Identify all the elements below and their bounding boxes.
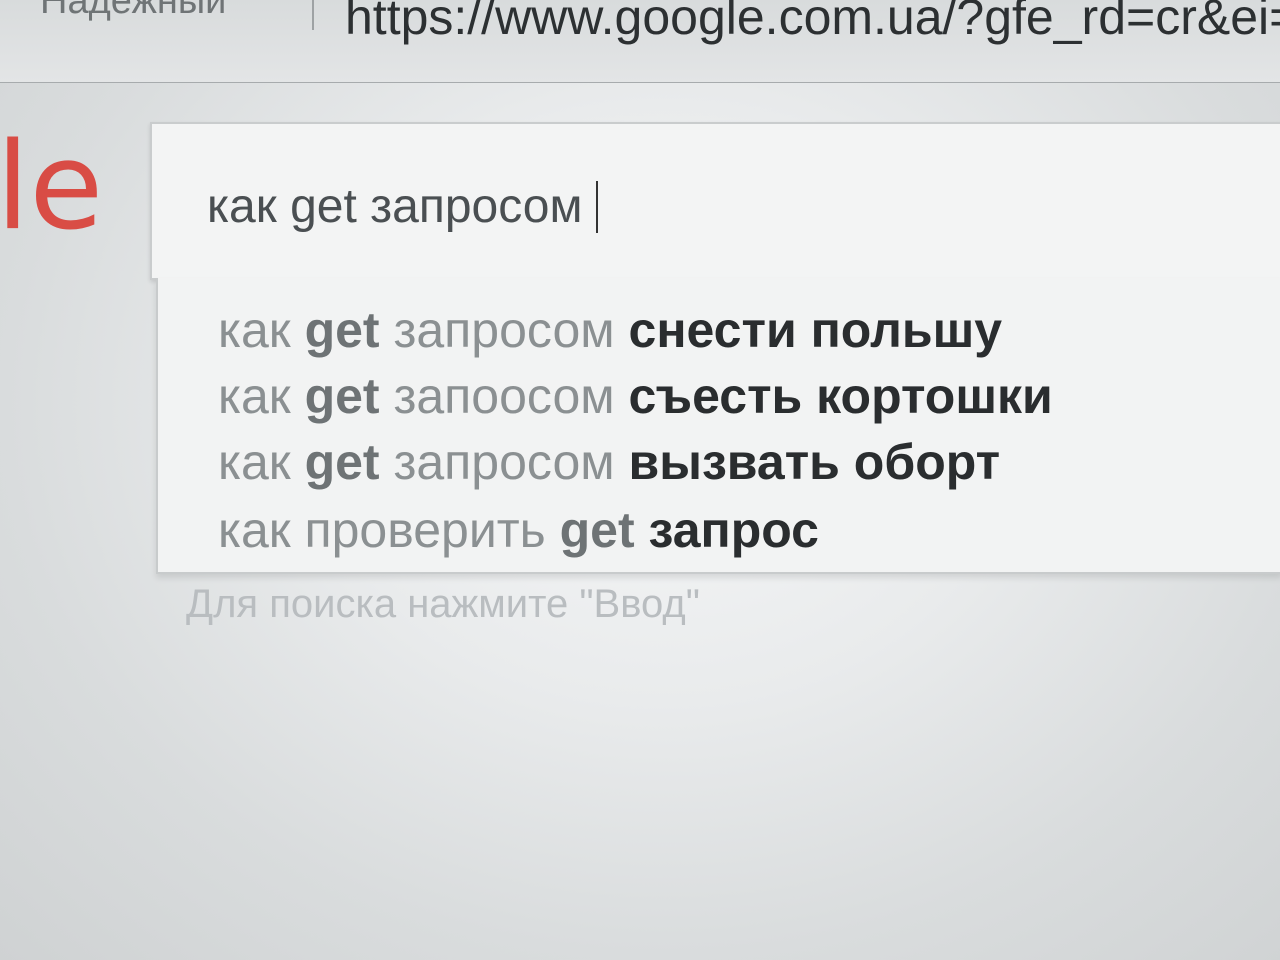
text-caret xyxy=(596,180,599,233)
suggestion-item[interactable]: как get запросом вызвать оборт xyxy=(218,432,1000,492)
suggestion-keyword: get xyxy=(304,368,380,424)
suggestion-prefix: как проверить xyxy=(218,502,560,558)
suggestion-keyword: get xyxy=(559,502,635,558)
search-box[interactable]: как get запросом xyxy=(150,122,1280,280)
suggestion-prefix: как xyxy=(218,302,305,358)
suggestion-completion: съесть кортошки xyxy=(628,368,1053,424)
search-input[interactable]: как get запросом xyxy=(207,179,599,234)
suggestion-completion: снести польшу xyxy=(628,302,1003,358)
address-separator xyxy=(312,0,314,30)
suggestion-completion: вызвать оборт xyxy=(628,434,1001,490)
suggestion-completion: запрос xyxy=(648,502,819,558)
address-bar[interactable]: Надежный https://www.google.com.ua/?gfe_… xyxy=(0,0,1280,83)
suggestion-prefix: как xyxy=(218,368,305,424)
search-hint: Для поиска нажмите "Ввод" xyxy=(186,582,700,626)
search-query-text: как get запросом xyxy=(207,180,583,233)
suggestion-item[interactable]: как get запросом снести польшу xyxy=(218,300,1002,360)
suggestion-item[interactable]: как проверить get запрос xyxy=(218,500,819,560)
suggestion-middle: запросом xyxy=(379,302,629,358)
suggestion-prefix: как xyxy=(218,434,305,490)
suggestion-keyword: get xyxy=(304,302,380,358)
suggestion-item[interactable]: как get запоосом съесть кортошки xyxy=(218,366,1053,426)
suggestion-keyword: get xyxy=(304,434,380,490)
suggestion-middle: запоосом xyxy=(379,368,629,424)
google-logo-fragment[interactable]: le xyxy=(0,128,103,248)
suggestions-dropdown: как get запросом снести польшу как get з… xyxy=(156,278,1280,574)
url-text[interactable]: https://www.google.com.ua/?gfe_rd=cr&ei=… xyxy=(345,0,1280,46)
suggestion-middle xyxy=(635,502,649,558)
security-label[interactable]: Надежный xyxy=(40,0,226,23)
suggestion-middle: запросом xyxy=(379,434,629,490)
